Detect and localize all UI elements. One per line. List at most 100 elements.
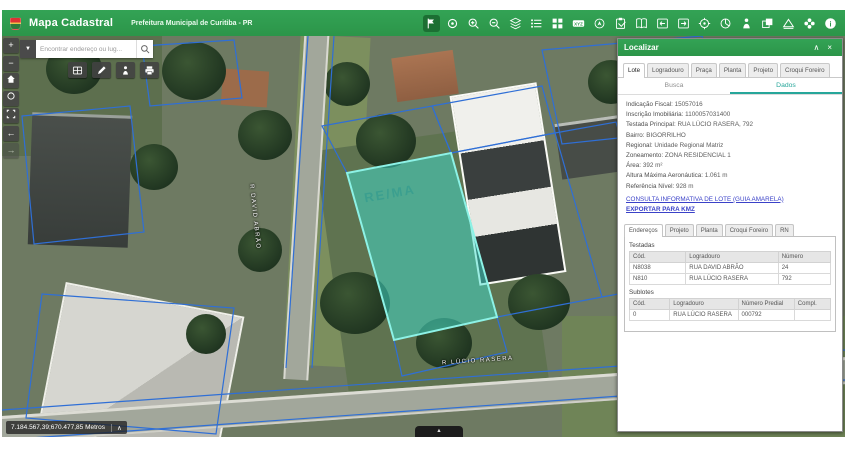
minus-icon: − — [8, 58, 13, 68]
info-button[interactable]: i — [822, 15, 839, 32]
subtab-busca[interactable]: Busca — [618, 78, 730, 94]
map-canvas[interactable]: RE/MA R DAVID ABRÃO R LÚCIO RASERA — [2, 36, 845, 437]
plot-flower-icon — [803, 17, 816, 30]
zoom-out-button[interactable] — [486, 15, 503, 32]
zoom-out-map-button[interactable]: − — [3, 56, 19, 71]
sublotes-table: Cód. Logradouro Número Predial Compl. 0 … — [629, 298, 831, 321]
tab-logradouro[interactable]: Logradouro — [647, 63, 689, 77]
zoom-out-icon — [488, 17, 501, 30]
book-pages-button[interactable] — [633, 15, 650, 32]
cell: N8038 — [630, 263, 686, 274]
tree — [356, 114, 416, 168]
detail-label: Zoneamento: — [626, 152, 663, 159]
table-row[interactable]: N810 RUA LÚCIO RASERA 792 — [630, 274, 831, 285]
clipboard-edit-button[interactable] — [612, 15, 629, 32]
layers-icon — [509, 17, 522, 30]
pie-chart-button[interactable] — [717, 15, 734, 32]
extent-icon — [6, 109, 16, 119]
detail-value: RUA LÚCIO RASERA, 792 — [677, 121, 753, 128]
export-view-icon — [677, 17, 690, 30]
plot-flower-button[interactable] — [801, 15, 818, 32]
export-view-button[interactable] — [675, 15, 692, 32]
zoom-in-button[interactable] — [465, 15, 482, 32]
full-extent-button[interactable] — [3, 108, 19, 123]
next-extent-button[interactable]: → — [3, 143, 19, 158]
select-flag-button[interactable] — [423, 15, 440, 32]
basemap-card-button[interactable] — [68, 62, 87, 78]
search-dropdown-button[interactable]: ▼ — [20, 40, 36, 58]
cell: 792 — [778, 274, 830, 285]
search-submit-button[interactable] — [136, 40, 153, 58]
tab-inner-croqui[interactable]: Croqui Foreiro — [725, 224, 773, 236]
draw-compass-button[interactable] — [591, 15, 608, 32]
exportar-kmz-link[interactable]: EXPORTAR PARA KMZ — [626, 205, 834, 216]
table-row[interactable]: N8038 RUA DAVID ABRÃO 24 — [630, 263, 831, 274]
detail-value: 392 m² — [643, 162, 663, 169]
tab-projeto[interactable]: Projeto — [748, 63, 778, 77]
magnifier-icon — [140, 44, 150, 54]
target-button[interactable] — [696, 15, 713, 32]
search-input[interactable] — [36, 40, 136, 58]
previous-extent-button[interactable]: ← — [3, 126, 19, 141]
measure-pencil-button[interactable] — [92, 62, 111, 78]
search-bar: ▼ — [20, 40, 153, 58]
header-toolbar: XYZ i — [423, 10, 839, 36]
app-window: Mapa Cadastral Prefeitura Municipal de C… — [2, 10, 845, 437]
app-subtitle: Prefeitura Municipal de Curitiba - PR — [131, 20, 252, 27]
tab-planta[interactable]: Planta — [719, 63, 747, 77]
measure-triangle-icon — [782, 17, 795, 30]
tab-lote[interactable]: Lote — [623, 63, 645, 78]
arrow-right-icon: → — [7, 145, 16, 155]
zoom-in-map-button[interactable]: + — [3, 38, 19, 53]
app-title: Mapa Cadastral — [29, 17, 113, 29]
building — [391, 50, 459, 102]
tree — [324, 62, 370, 106]
person-icon — [120, 65, 131, 76]
legend-list-icon — [530, 17, 543, 30]
basemap-card-icon — [72, 65, 83, 76]
coordinates-xyz-icon: XYZ — [572, 17, 585, 30]
tab-inner-projeto[interactable]: Projeto — [665, 224, 694, 236]
book-pages-icon — [635, 17, 648, 30]
column-header: Número Predial — [738, 299, 794, 310]
legend-list-button[interactable] — [528, 15, 545, 32]
tab-inner-rn[interactable]: RN — [775, 224, 794, 236]
tree — [162, 42, 226, 100]
tab-inner-planta[interactable]: Planta — [696, 224, 723, 236]
street-view-button[interactable] — [116, 62, 135, 78]
import-view-button[interactable] — [654, 15, 671, 32]
street-person-button[interactable] — [738, 15, 755, 32]
apps-grid-button[interactable] — [549, 15, 566, 32]
panel-collapse-button[interactable]: ∧ — [809, 43, 823, 52]
home-extent-button[interactable] — [3, 73, 19, 88]
guia-amarela-link[interactable]: CONSULTA INFORMATIVA DE LOTE (GUIA AMARE… — [626, 195, 834, 206]
arrow-left-icon: ← — [7, 128, 16, 138]
statusbar-collapse-icon[interactable]: ∧ — [111, 424, 122, 432]
lot-details: Indicação Fiscal: 15057016 Inscrição Imo… — [618, 95, 842, 194]
tab-enderecos[interactable]: Endereços — [624, 224, 663, 237]
bottom-panel-expander[interactable]: ▲ — [415, 426, 463, 437]
tree — [130, 144, 178, 190]
localizar-panel: Localizar ∧ × Lote Logradouro Praça Plan… — [617, 38, 843, 432]
measure-triangle-button[interactable] — [780, 15, 797, 32]
pan-hand-button[interactable] — [444, 15, 461, 32]
geolocate-button[interactable] — [3, 91, 19, 106]
building — [221, 68, 269, 107]
copy-features-button[interactable] — [759, 15, 776, 32]
coordinates-xyz-button[interactable]: XYZ — [570, 15, 587, 32]
print-button[interactable] — [140, 62, 159, 78]
table-row[interactable]: 0 RUA LÚCIO RASERA 000792 — [630, 310, 831, 321]
layers-button[interactable] — [507, 15, 524, 32]
app-header: Mapa Cadastral Prefeitura Municipal de C… — [2, 10, 845, 36]
tab-croqui-foreiro[interactable]: Croqui Foreiro — [780, 63, 830, 77]
panel-close-button[interactable]: × — [823, 43, 836, 52]
subtab-dados[interactable]: Dados — [730, 78, 842, 94]
target-icon — [698, 17, 711, 30]
detail-value: BIGORRILHO — [646, 132, 686, 139]
sublotes-title: Sublotes — [629, 289, 831, 296]
collapse-icon: ∧ — [813, 43, 819, 52]
info-icon: i — [824, 17, 837, 30]
tab-praca[interactable]: Praça — [691, 63, 717, 77]
street-person-icon — [740, 17, 753, 30]
panel-subtabs: Busca Dados — [618, 78, 842, 95]
